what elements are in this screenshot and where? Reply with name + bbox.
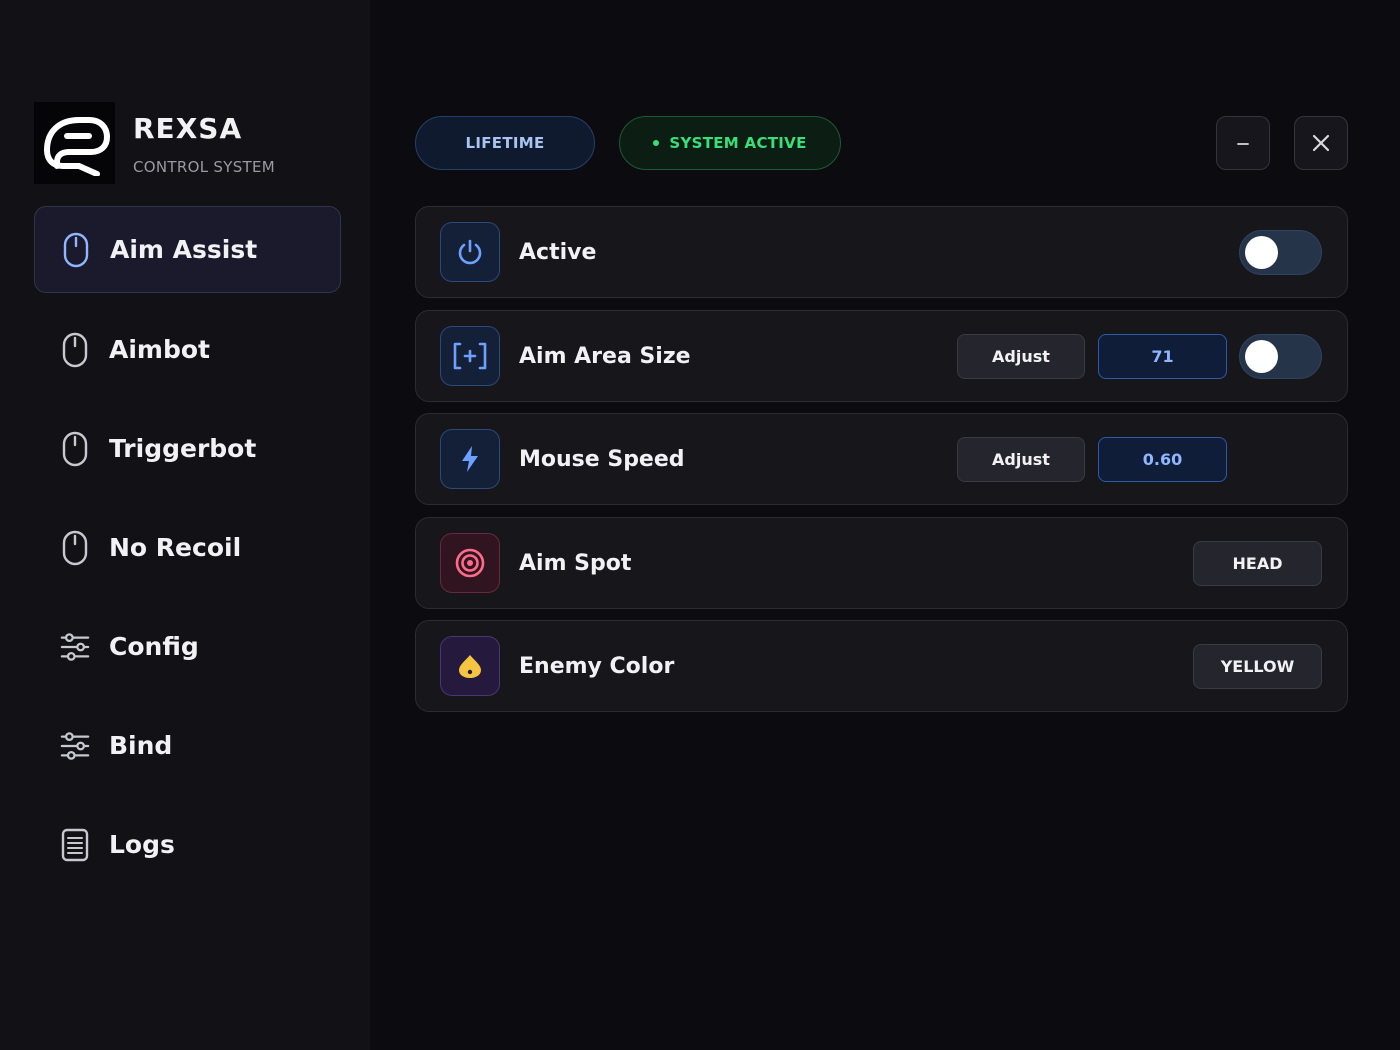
setting-label: Active — [519, 240, 597, 265]
aim-area-adjust-button[interactable]: Adjust — [957, 334, 1085, 379]
minimize-button[interactable] — [1216, 116, 1270, 170]
brand-name: REXSA — [133, 112, 243, 145]
sidebar-item-aim-assist[interactable]: Aim Assist — [34, 206, 341, 293]
sidebar: REXSA CONTROL SYSTEM Aim Assist Aimbot T… — [0, 0, 370, 1050]
license-label: LIFETIME — [465, 134, 545, 152]
setting-label: Aim Spot — [519, 551, 632, 576]
sidebar-item-label: Aimbot — [109, 335, 210, 364]
sidebar-item-logs[interactable]: Logs — [34, 801, 341, 888]
sidebar-item-config[interactable]: Config — [34, 603, 341, 690]
color-drop-icon — [440, 636, 500, 696]
mouse-speed-value-input[interactable]: 0.60 — [1098, 437, 1227, 482]
setting-card-active: Active — [415, 206, 1348, 298]
sidebar-item-label: Bind — [109, 731, 173, 760]
sliders-icon — [60, 728, 90, 764]
sidebar-item-bind[interactable]: Bind — [34, 702, 341, 789]
sliders-icon — [60, 629, 90, 665]
crosshair-frame-icon — [440, 326, 500, 386]
app-window: REXSA CONTROL SYSTEM Aim Assist Aimbot T… — [0, 0, 1400, 1050]
lightning-icon — [440, 429, 500, 489]
close-button[interactable] — [1294, 116, 1348, 170]
status-label: SYSTEM ACTIVE — [669, 134, 807, 152]
license-badge: LIFETIME — [415, 116, 595, 170]
rexsa-logo-icon — [34, 102, 115, 184]
power-icon — [440, 222, 500, 282]
target-icon — [440, 533, 500, 593]
sidebar-item-label: Triggerbot — [109, 434, 257, 463]
setting-label: Enemy Color — [519, 654, 675, 679]
toggle-knob — [1245, 340, 1278, 373]
document-icon — [60, 827, 90, 863]
sidebar-item-label: Logs — [109, 830, 175, 859]
enemy-color-select[interactable]: YELLOW — [1193, 644, 1322, 689]
close-icon — [1312, 134, 1330, 152]
sidebar-item-label: No Recoil — [109, 533, 242, 562]
setting-card-enemy-color: Enemy Color YELLOW — [415, 620, 1348, 712]
setting-label: Aim Area Size — [519, 344, 691, 369]
setting-card-aim-spot: Aim Spot HEAD — [415, 517, 1348, 609]
aim-spot-select[interactable]: HEAD — [1193, 541, 1322, 586]
status-dot-icon — [653, 140, 660, 146]
mouse-icon — [60, 530, 90, 566]
setting-card-mouse-speed: Mouse Speed Adjust 0.60 — [415, 413, 1348, 505]
minimize-icon — [1237, 143, 1249, 145]
sidebar-item-aimbot[interactable]: Aimbot — [34, 306, 341, 393]
mouse-icon — [60, 332, 90, 368]
active-toggle[interactable] — [1239, 230, 1322, 275]
status-badge: SYSTEM ACTIVE — [619, 116, 841, 170]
setting-card-aim-area-size: Aim Area Size Adjust 71 — [415, 310, 1348, 402]
brand: REXSA CONTROL SYSTEM — [34, 102, 354, 184]
toggle-knob — [1245, 236, 1278, 269]
mouse-icon — [60, 431, 90, 467]
sidebar-item-label: Config — [109, 632, 199, 661]
sidebar-item-triggerbot[interactable]: Triggerbot — [34, 405, 341, 492]
sidebar-item-no-recoil[interactable]: No Recoil — [34, 504, 341, 591]
setting-label: Mouse Speed — [519, 447, 685, 472]
mouse-icon — [61, 232, 91, 268]
sidebar-item-label: Aim Assist — [110, 235, 258, 264]
aim-area-value-input[interactable]: 71 — [1098, 334, 1227, 379]
brand-subtitle: CONTROL SYSTEM — [133, 158, 276, 176]
aim-area-toggle[interactable] — [1239, 334, 1322, 379]
mouse-speed-adjust-button[interactable]: Adjust — [957, 437, 1085, 482]
